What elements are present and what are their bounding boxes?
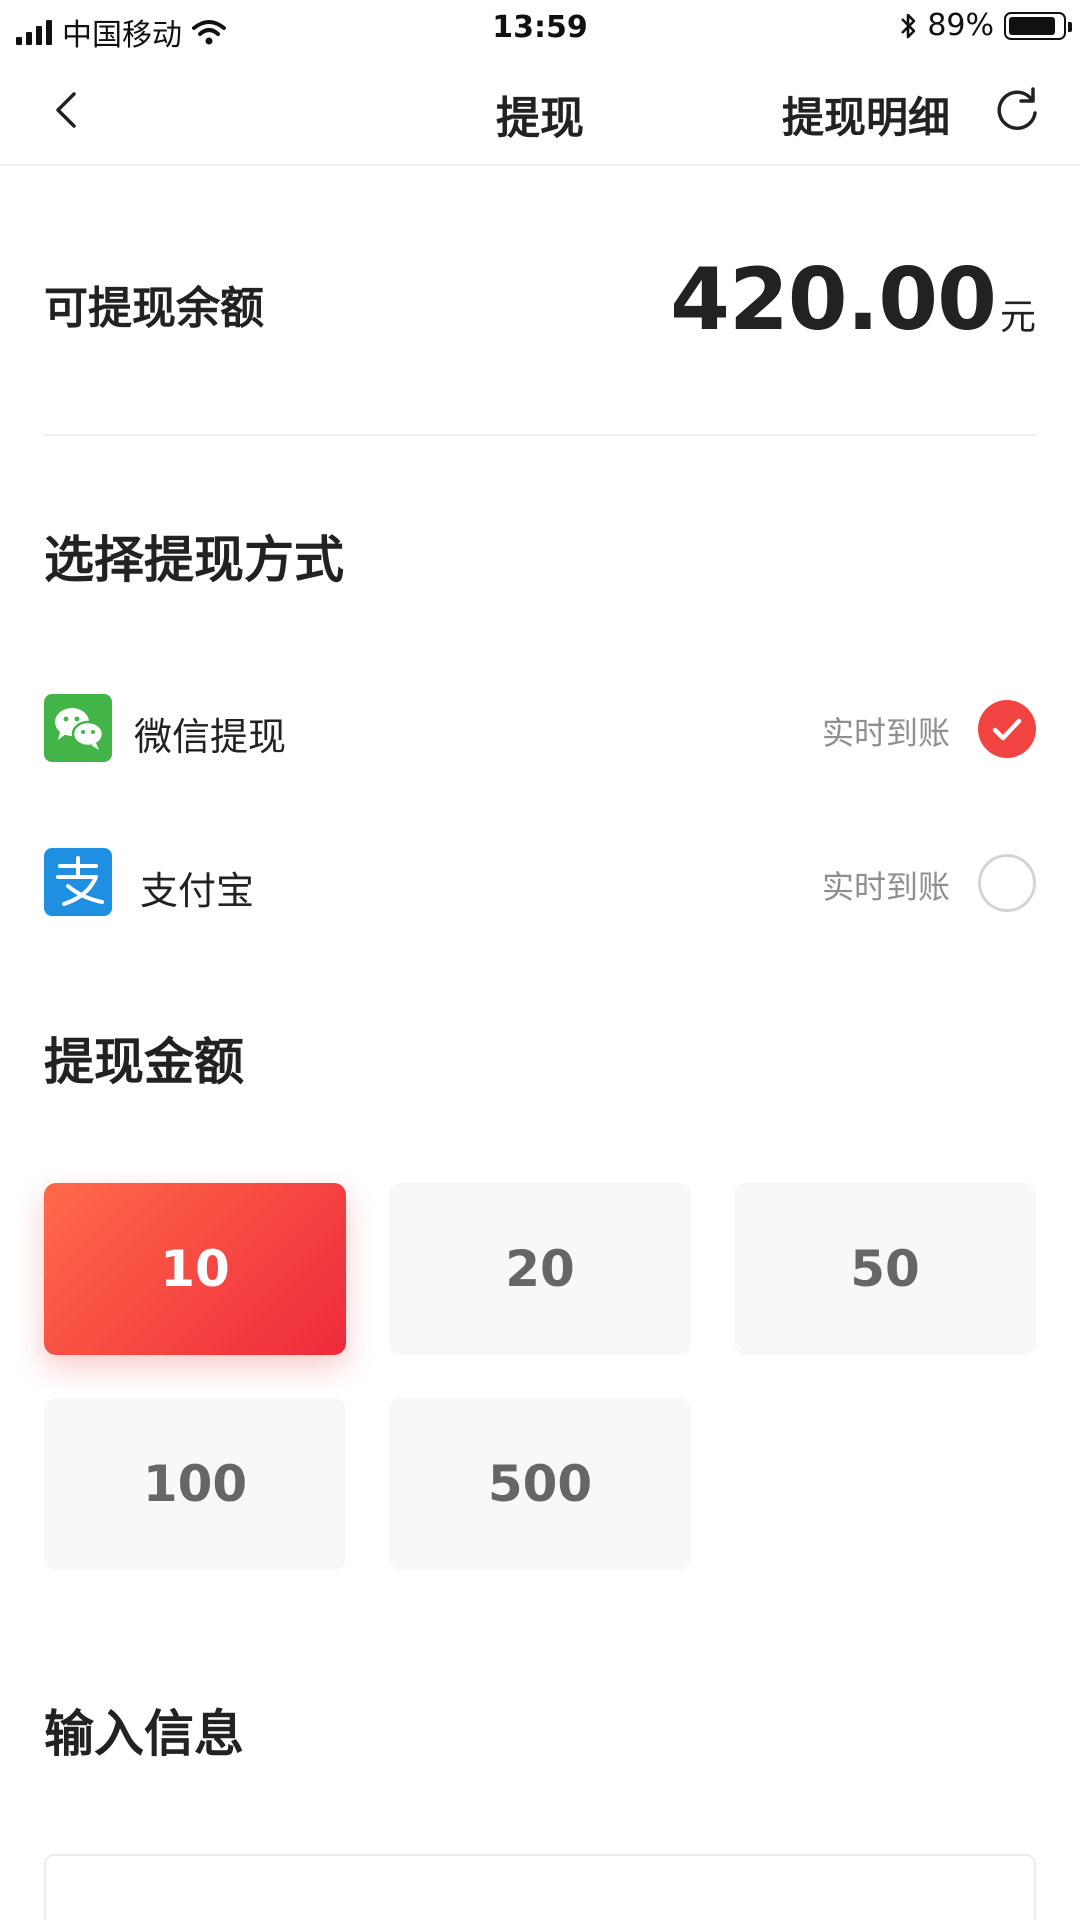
withdraw-page: 中国移动 13:59 89% 提现 提现明细 可提现余额 420.00 元 选择…: [0, 0, 1080, 1920]
amount-option-10[interactable]: 10: [44, 1183, 346, 1355]
battery-fill: [1009, 16, 1056, 35]
method-note: 实时到账: [821, 868, 950, 906]
method-note: 实时到账: [821, 714, 950, 752]
bluetooth-icon: [901, 13, 916, 38]
nav-bar: 提现 提现明细: [0, 56, 1080, 166]
balance-unit: 元: [999, 297, 1036, 338]
method-alipay[interactable]: 支付宝 实时到账: [44, 848, 1036, 924]
divider: [44, 434, 1036, 436]
amount-option-500[interactable]: 500: [389, 1398, 691, 1570]
amount-option-20[interactable]: 20: [389, 1183, 691, 1355]
radio-unchecked-icon[interactable]: [978, 854, 1036, 912]
method-section-title: 选择提现方式: [44, 531, 344, 589]
balance-amount: 420.00: [670, 250, 997, 350]
status-bar: 中国移动 13:59 89%: [0, 0, 1080, 56]
battery-percent: 89%: [927, 8, 994, 43]
withdraw-detail-link[interactable]: 提现明细: [782, 84, 950, 145]
refresh-icon[interactable]: [992, 86, 1042, 136]
balance-label: 可提现余额: [44, 283, 264, 334]
balance-value: 420.00 元: [670, 250, 1036, 350]
method-wechat[interactable]: 微信提现 实时到账: [44, 694, 1036, 770]
amount-section-title: 提现金额: [44, 1033, 244, 1091]
battery-icon: [1004, 11, 1072, 40]
info-input-field[interactable]: [44, 1854, 1036, 1920]
radio-checked-icon[interactable]: [978, 700, 1036, 758]
status-right: 89%: [899, 8, 1072, 43]
method-label: 微信提现: [134, 715, 287, 759]
amount-option-100[interactable]: 100: [44, 1398, 346, 1570]
alipay-icon: [44, 848, 112, 916]
method-label: 支付宝: [140, 869, 255, 913]
wechat-icon: [44, 694, 112, 762]
amount-option-50[interactable]: 50: [734, 1183, 1036, 1355]
info-section-title: 输入信息: [44, 1705, 244, 1763]
